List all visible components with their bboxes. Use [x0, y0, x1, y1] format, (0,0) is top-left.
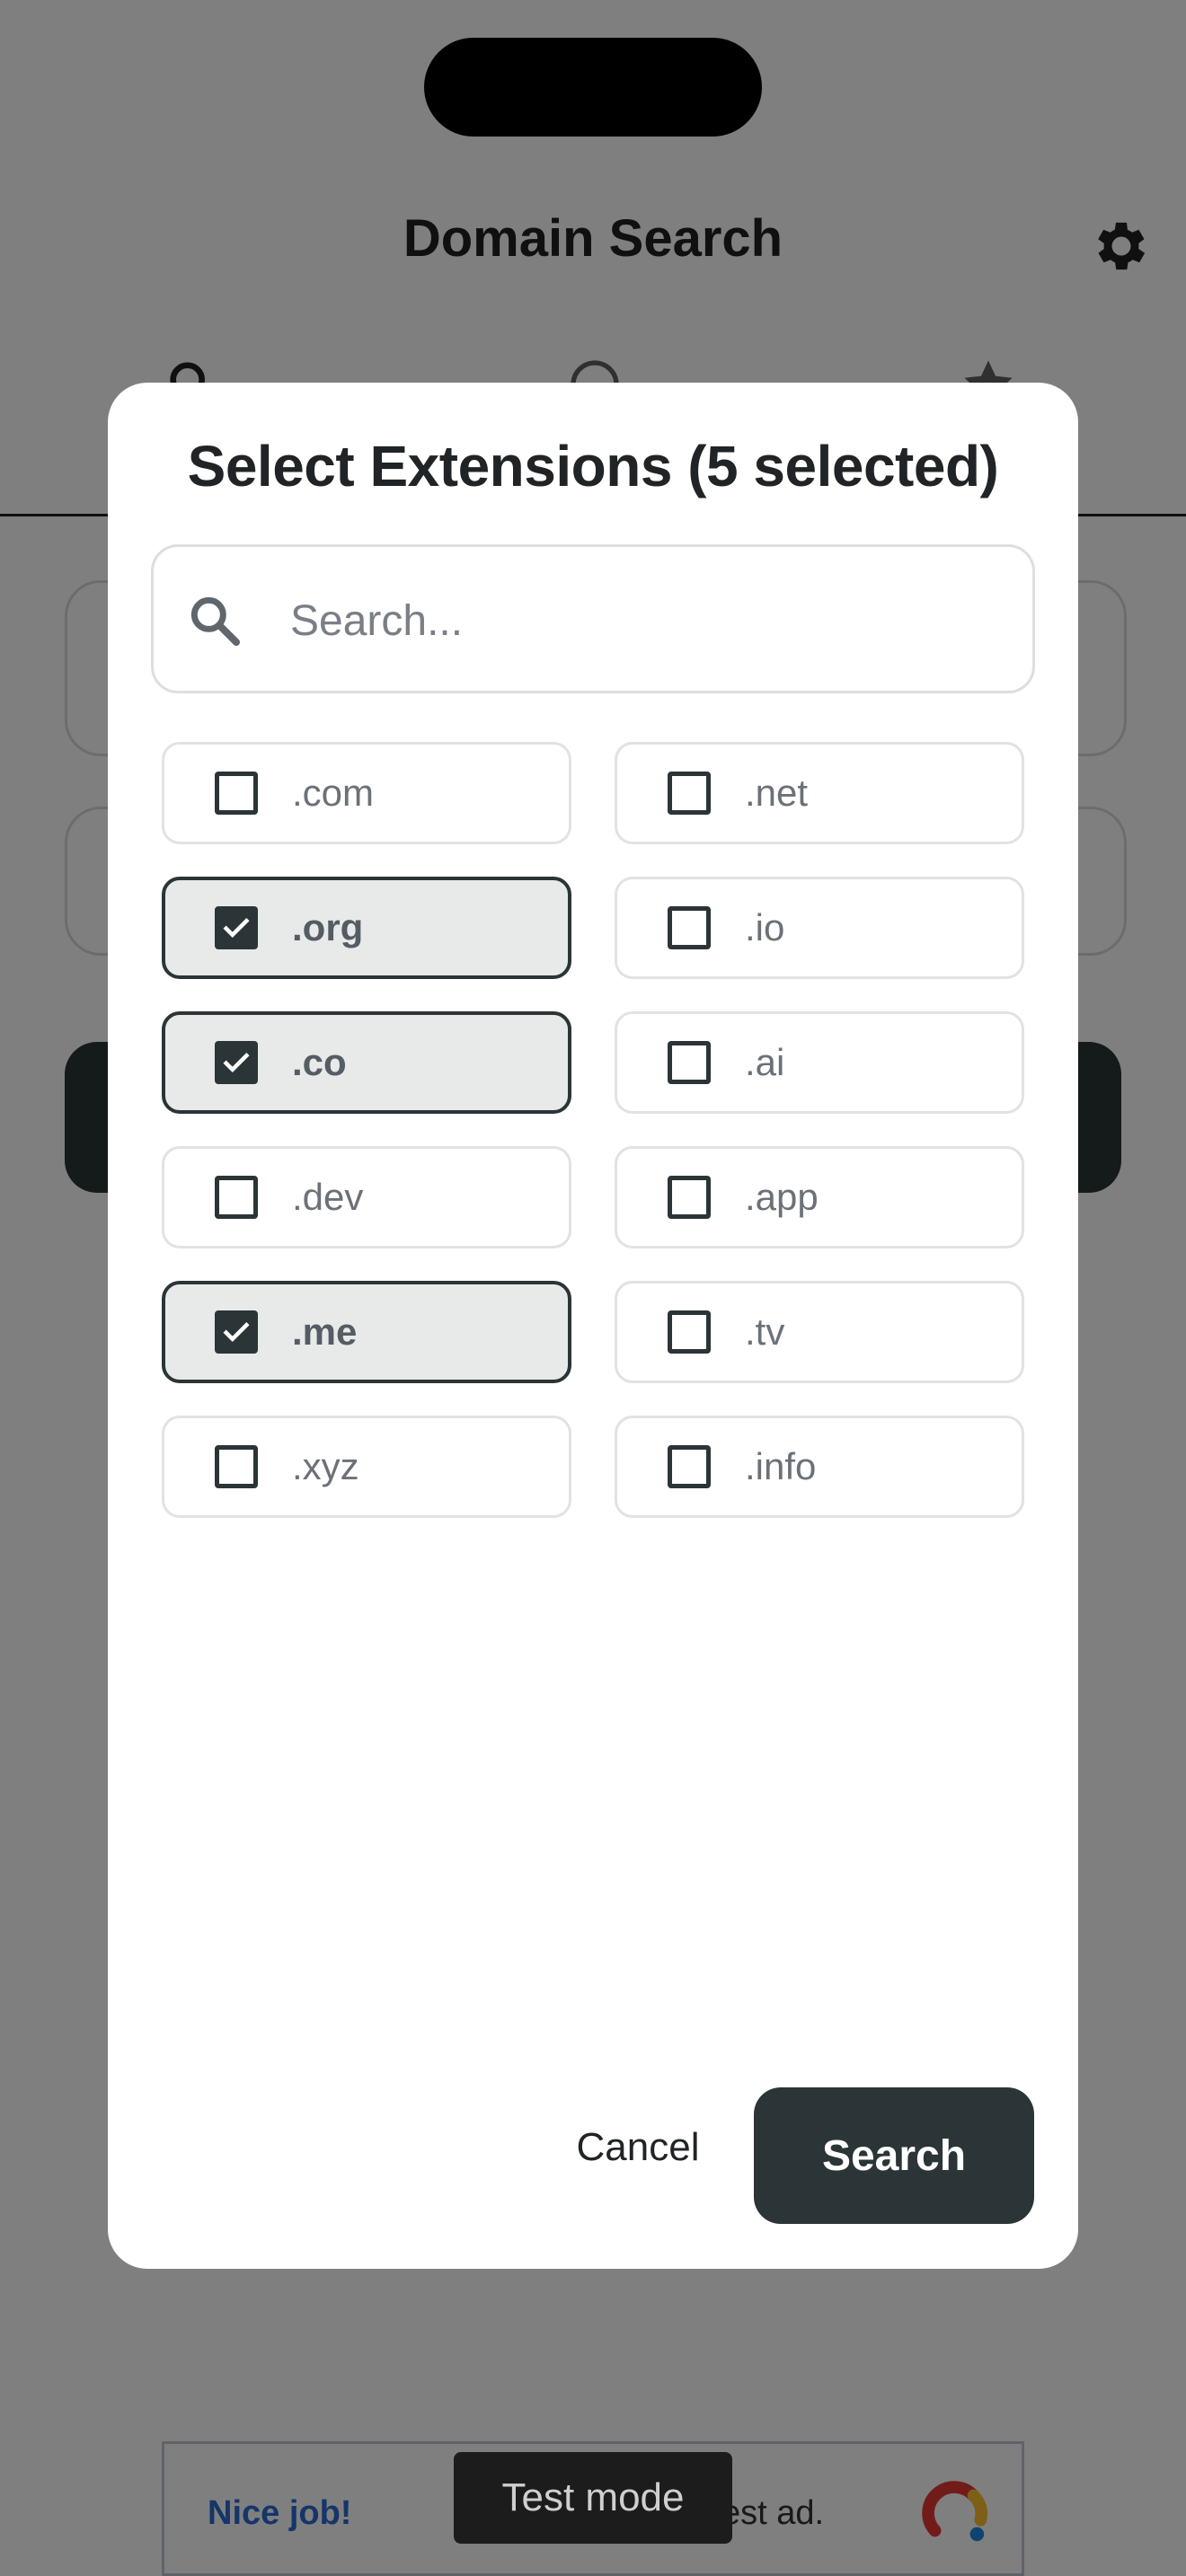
extension-label: .io [745, 906, 785, 948]
extension-label: .tv [745, 1310, 785, 1353]
dialog-title: Select Extensions (5 selected) [187, 434, 999, 498]
checkbox[interactable] [668, 906, 711, 949]
extension-option[interactable]: .info [615, 1416, 1024, 1518]
extension-label: .org [292, 906, 364, 948]
extension-label: .me [292, 1310, 358, 1353]
extension-search-box[interactable] [151, 544, 1035, 693]
extension-option[interactable]: .org [162, 877, 571, 979]
checkbox[interactable] [668, 772, 711, 815]
extension-label: .dev [292, 1176, 364, 1218]
extension-label: .com [292, 772, 375, 814]
cancel-button[interactable]: Cancel [557, 2111, 719, 2184]
checkbox-checked[interactable] [215, 1041, 258, 1084]
extension-label: .xyz [292, 1445, 359, 1487]
select-extensions-dialog: Select Extensions (5 selected) .com .net.… [108, 383, 1078, 2269]
checkbox[interactable] [668, 1041, 711, 1084]
extension-grid: .com .net .org .io .co .ai .dev .app .me .tv .xyz.… [162, 742, 1024, 1523]
checkbox-checked[interactable] [215, 906, 258, 949]
search-icon [190, 596, 240, 646]
extension-option[interactable]: .app [615, 1146, 1024, 1248]
checkbox[interactable] [668, 1310, 711, 1354]
checkbox[interactable] [215, 1176, 258, 1219]
checkbox-checked[interactable] [215, 1310, 258, 1354]
checkbox[interactable] [668, 1445, 711, 1488]
extension-option[interactable]: .dev [162, 1146, 571, 1248]
extension-option[interactable]: .io [615, 877, 1024, 979]
extension-option[interactable]: .com [162, 742, 571, 844]
extension-search-input[interactable] [288, 576, 1011, 666]
checkbox[interactable] [215, 772, 258, 815]
checkbox[interactable] [668, 1176, 711, 1219]
extension-option[interactable]: .ai [615, 1011, 1024, 1114]
extension-label: .app [745, 1176, 819, 1218]
search-button[interactable]: Search [754, 2087, 1034, 2224]
extension-option[interactable]: .co [162, 1011, 571, 1114]
extension-option[interactable]: .xyz [162, 1416, 571, 1518]
test-mode-toast: Test mode [454, 2452, 732, 2544]
extension-label: .net [745, 772, 809, 814]
extension-list[interactable]: .com .net .org .io .co .ai .dev .app .me .tv .xyz.… [162, 742, 1024, 1523]
extension-label: .info [745, 1445, 817, 1487]
checkmark-icon [223, 1053, 250, 1072]
checkbox[interactable] [215, 1445, 258, 1488]
extension-label: .co [292, 1041, 347, 1083]
extension-option[interactable]: .me [162, 1281, 571, 1383]
extension-label: .ai [745, 1041, 785, 1083]
extension-option[interactable]: .tv [615, 1281, 1024, 1383]
extension-option[interactable]: .net [615, 742, 1024, 844]
checkmark-icon [223, 918, 250, 938]
checkmark-icon [223, 1322, 250, 1342]
